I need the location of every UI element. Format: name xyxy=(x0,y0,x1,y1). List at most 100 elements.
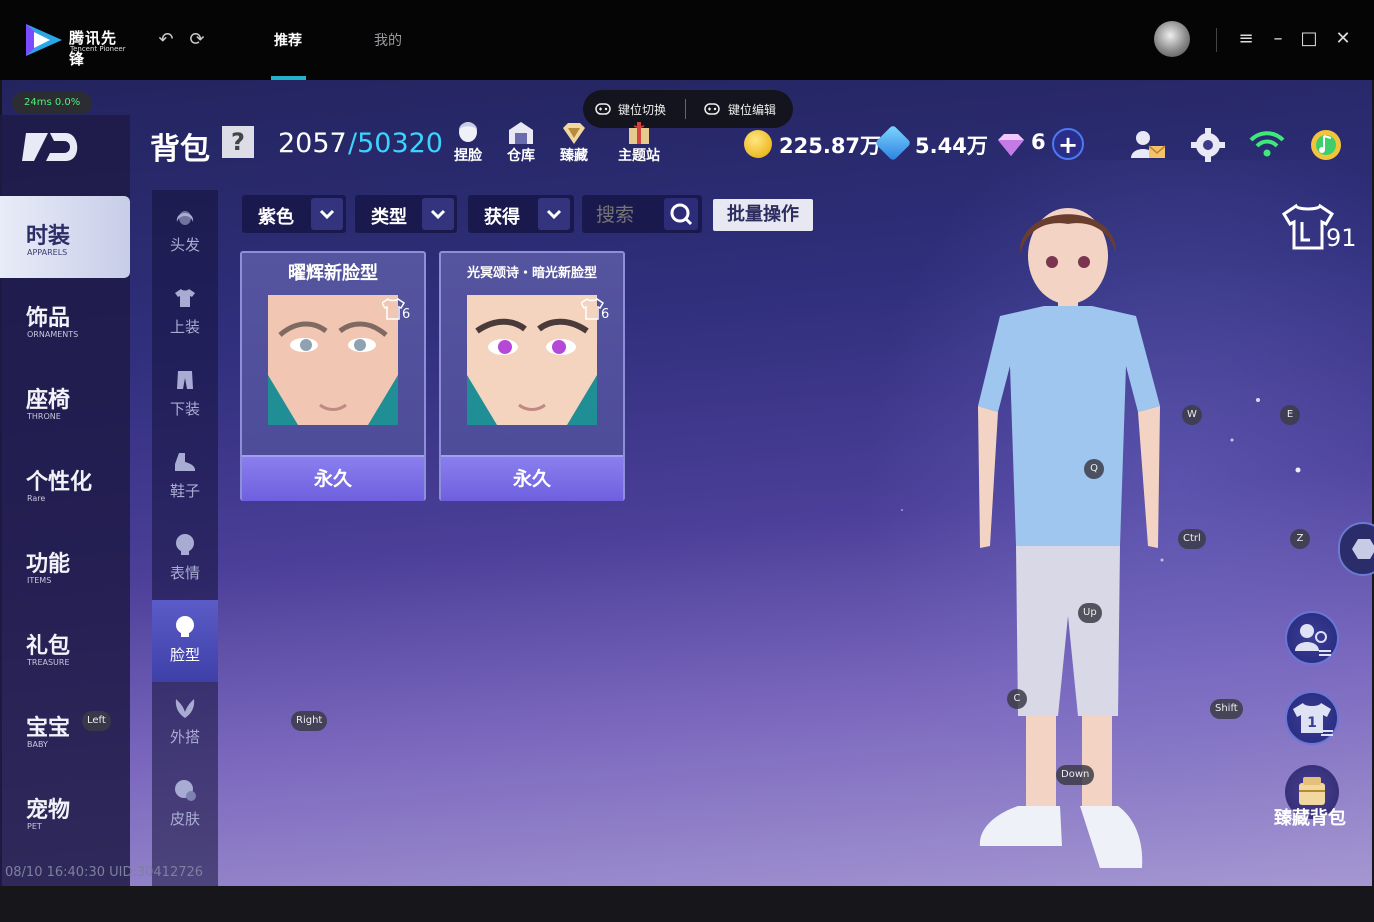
skin-icon xyxy=(175,780,196,801)
subnav-item-skin[interactable]: 皮肤 xyxy=(152,764,218,846)
key-hint-down: Down xyxy=(1056,765,1095,785)
sidebar-item-sublabel: THRONE xyxy=(27,412,61,421)
collection-label: 臻藏 xyxy=(560,148,588,164)
subnav-item-face-shape[interactable]: 脸型 xyxy=(152,600,218,682)
wardrobe-count: 91 xyxy=(1326,224,1357,252)
gold-coin-icon xyxy=(744,130,772,158)
friends-mail-icon[interactable] xyxy=(1129,126,1167,164)
help-button[interactable]: ? xyxy=(222,126,254,158)
maximize-icon[interactable]: □ xyxy=(1299,29,1319,49)
treasure-bag-label: 臻藏背包 xyxy=(1274,808,1346,829)
divider xyxy=(685,99,686,119)
chevron-down-icon[interactable] xyxy=(422,198,454,230)
sidebar-item-ornaments[interactable]: 饰品 ORNAMENTS xyxy=(0,278,130,360)
subnav-item-hair[interactable]: 头发 xyxy=(152,190,218,272)
sidebar-item-pet[interactable]: 宠物 PET xyxy=(0,770,130,852)
theme-station-button[interactable]: 主题站 xyxy=(611,120,667,166)
sidebar-item-label: 座椅 xyxy=(26,388,71,413)
sidebar-item-sublabel: ITEMS xyxy=(27,576,52,585)
batch-operation-button[interactable]: 批量操作 xyxy=(713,199,813,231)
sidebar-item-apparels[interactable]: 时装 APPARELS xyxy=(0,196,130,278)
subcategory-nav: 头发 上装 下装 鞋子 表情 脸型 外搭 皮肤 xyxy=(152,190,218,886)
sidebar-item-label: 礼包 xyxy=(26,634,71,659)
expression-icon xyxy=(176,534,194,555)
timestamp-uid: 08/10 16:40:30 UID:30412726 xyxy=(5,865,204,880)
item-card[interactable]: 曜辉新脸型 6 永久 xyxy=(240,251,426,501)
sidebar-item-sublabel: Rare xyxy=(27,494,46,503)
subnav-item-label: 表情 xyxy=(169,564,200,582)
subnav-item-outerwear[interactable]: 外搭 xyxy=(152,682,218,764)
subnav-item-bottoms[interactable]: 下装 xyxy=(152,354,218,436)
search-box xyxy=(582,195,702,233)
hexagon-icon xyxy=(1352,539,1374,559)
back-icon[interactable]: ↶ xyxy=(155,29,177,51)
chevron-down-icon[interactable] xyxy=(538,198,570,230)
subnav-item-shoes[interactable]: 鞋子 xyxy=(152,436,218,518)
subnav-item-label: 外搭 xyxy=(169,728,200,746)
type-filter[interactable]: 类型 xyxy=(355,195,457,233)
settings-gear-icon[interactable] xyxy=(1189,126,1227,164)
face-preview-graphic xyxy=(467,295,597,425)
sidebar-item-label: 个性化 xyxy=(26,470,93,495)
sidebar-item-items[interactable]: 功能 ITEMS xyxy=(0,524,130,606)
keymap-edit-button[interactable]: 键位编辑 xyxy=(728,101,776,118)
tab-mine[interactable]: 我的 xyxy=(374,30,402,50)
face-preview-graphic xyxy=(268,295,398,425)
minimize-icon[interactable]: – xyxy=(1268,29,1288,49)
key-hint-w: W xyxy=(1182,405,1202,425)
music-icon[interactable] xyxy=(1307,126,1345,164)
source-filter[interactable]: 获得 xyxy=(468,195,574,233)
chevron-down-icon[interactable] xyxy=(311,198,343,230)
recharge-button[interactable]: + xyxy=(1052,128,1084,160)
sidebar-item-personalize[interactable]: 个性化 Rare xyxy=(0,442,130,524)
app-logo: 腾讯先锋 Tencent Pioneer xyxy=(24,22,128,68)
coupon-amount: 5.44万 xyxy=(915,134,988,158)
subnav-item-label: 下装 xyxy=(169,400,200,418)
close-icon[interactable]: ✕ xyxy=(1333,29,1353,49)
gamepad-icon xyxy=(595,103,611,115)
key-hint-up: Up xyxy=(1078,603,1102,623)
menu-icon[interactable]: ≡ xyxy=(1236,29,1256,49)
theme-station-icon xyxy=(629,122,649,144)
face-preview-image xyxy=(467,295,597,425)
color-filter-label: 紫色 xyxy=(258,207,294,228)
outfit-switch-button[interactable]: 1 xyxy=(1285,691,1339,745)
sidebar-item-label: 饰品 xyxy=(26,306,71,331)
collection-button[interactable]: 臻藏 xyxy=(546,120,602,166)
item-card[interactable]: 光冥颂诗・暗光新脸型 6 永久 xyxy=(439,251,625,501)
sidebar-item-sublabel: APPARELS xyxy=(27,248,68,257)
refresh-icon[interactable]: ⟳ xyxy=(186,29,208,51)
warehouse-button[interactable]: 仓库 xyxy=(493,120,549,166)
side-drawer-button[interactable] xyxy=(1338,522,1374,576)
sidebar-item-baby[interactable]: 宝宝 BABY xyxy=(0,688,130,770)
search-input[interactable] xyxy=(594,201,668,229)
sidebar-item-throne[interactable]: 座椅 THRONE xyxy=(0,360,130,442)
face-icon xyxy=(459,122,477,142)
subnav-item-expression[interactable]: 表情 xyxy=(152,518,218,600)
sidebar-item-treasure[interactable]: 礼包 TREASURE xyxy=(0,606,130,688)
subnav-item-tops[interactable]: 上装 xyxy=(152,272,218,354)
tab-recommended[interactable]: 推荐 xyxy=(274,30,302,50)
search-button[interactable] xyxy=(664,198,698,230)
svg-text:1: 1 xyxy=(1307,715,1317,731)
hair-icon xyxy=(176,211,194,225)
face-edit-button[interactable]: 捏脸 xyxy=(440,120,496,166)
theme-station-label: 主题站 xyxy=(618,148,660,164)
sidebar-item-label: 宠物 xyxy=(26,798,71,823)
key-hint-left: Left xyxy=(82,711,111,731)
user-avatar[interactable] xyxy=(1154,21,1190,57)
type-filter-label: 类型 xyxy=(371,207,407,228)
divider xyxy=(1216,28,1217,52)
gender-switch-button[interactable] xyxy=(1285,611,1339,665)
shirt-icon xyxy=(175,289,195,307)
capacity-max: /50320 xyxy=(348,128,443,159)
item-duration: 永久 xyxy=(242,455,424,501)
warehouse-icon xyxy=(509,122,533,144)
keymap-switch-button[interactable]: 键位切换 xyxy=(618,101,666,118)
sidebar-item-label: 时装 xyxy=(26,224,71,249)
outfit-slot-icon: 1 xyxy=(1293,703,1333,736)
gamepad-icon xyxy=(704,103,720,115)
color-filter[interactable]: 紫色 xyxy=(242,195,346,233)
face-shape-icon xyxy=(176,616,194,637)
pants-icon xyxy=(177,371,193,389)
